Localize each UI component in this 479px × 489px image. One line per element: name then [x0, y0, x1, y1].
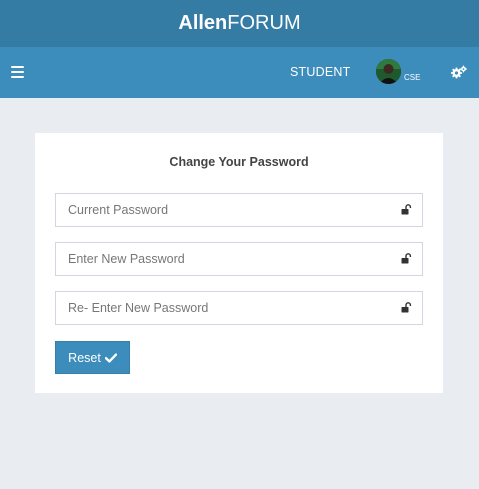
brand-name-bold: Allen [178, 12, 228, 34]
current-password-field [55, 193, 423, 227]
user-role-label[interactable]: STUDENT [290, 65, 350, 79]
avatar[interactable] [376, 59, 401, 84]
unlock-icon [401, 302, 412, 313]
card-title: Change Your Password [169, 155, 309, 169]
reset-button-label: Reset [68, 350, 101, 365]
check-icon [104, 352, 117, 363]
brand-name-regular: FORUM [227, 12, 301, 34]
new-password-input[interactable] [56, 243, 386, 275]
hamburger-icon[interactable] [11, 66, 24, 78]
confirm-password-input[interactable] [56, 292, 386, 324]
brand-bar: Allen FORUM [0, 0, 479, 47]
confirm-password-field [55, 291, 423, 325]
gears-icon[interactable] [451, 65, 467, 79]
unlock-icon [401, 204, 412, 215]
unlock-icon [401, 253, 412, 264]
reset-button[interactable]: Reset [55, 341, 130, 374]
current-password-input[interactable] [56, 194, 386, 226]
new-password-field [55, 242, 423, 276]
top-navbar: STUDENT CSE [0, 47, 479, 98]
change-password-card: Change Your Password Reset [35, 133, 443, 393]
user-dept-label: CSE [404, 73, 421, 82]
